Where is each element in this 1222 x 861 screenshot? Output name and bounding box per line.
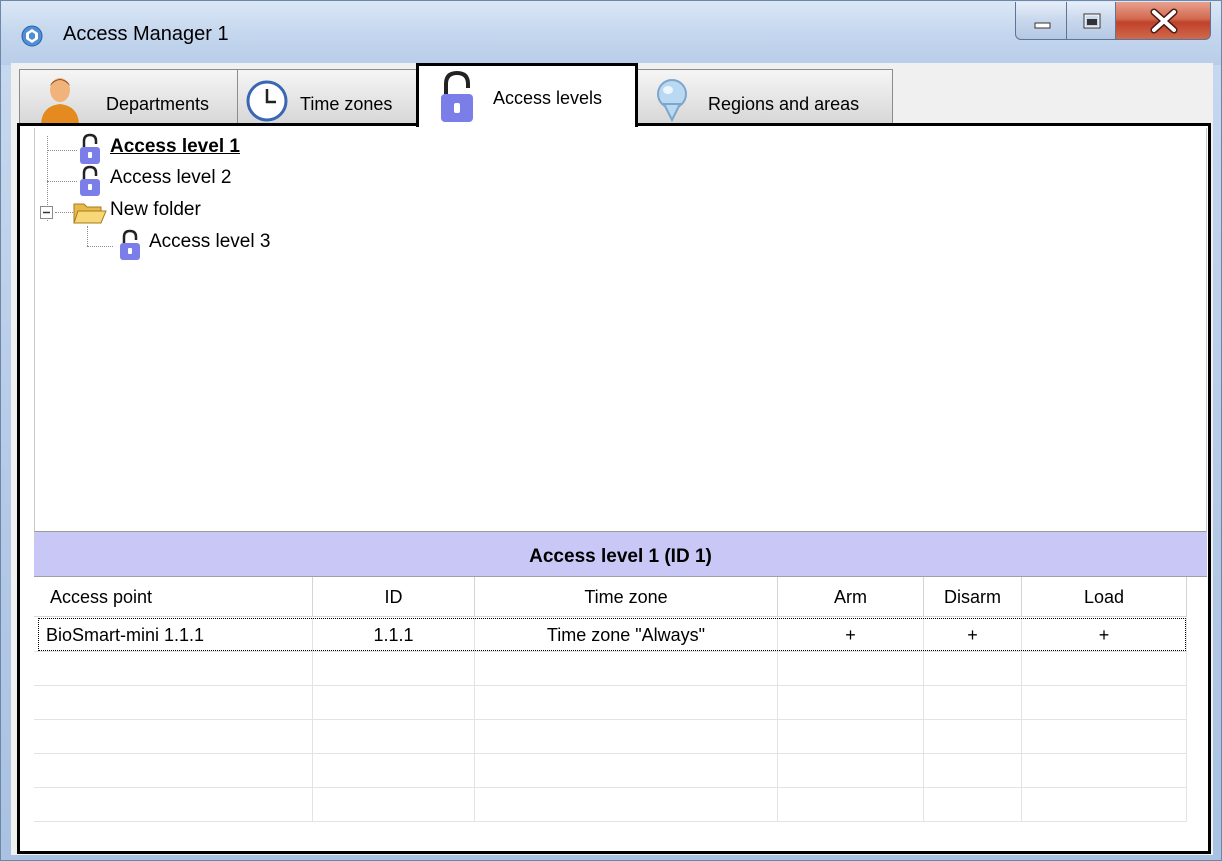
- empty-cell: [924, 720, 1022, 754]
- cell-access-point[interactable]: BioSmart-mini 1.1.1: [34, 618, 313, 652]
- empty-cell: [34, 720, 313, 754]
- tab-strip: Departments Time zones Access levels Reg…: [11, 63, 1213, 127]
- column-header-disarm[interactable]: Disarm: [924, 577, 1022, 617]
- tab-departments-label: Departments: [106, 94, 210, 114]
- access-levels-panel: Access level 1 Access level 2 New folder…: [17, 123, 1211, 854]
- app-icon: [21, 25, 43, 47]
- empty-cell: [778, 754, 924, 788]
- cell-time-zone[interactable]: Time zone "Always": [475, 618, 778, 652]
- empty-cell: [1022, 788, 1187, 822]
- tree-connector: [87, 246, 113, 247]
- empty-cell: [778, 652, 924, 686]
- empty-cell: [475, 652, 778, 686]
- empty-cell: [475, 788, 778, 822]
- cell-disarm[interactable]: +: [924, 618, 1022, 652]
- empty-cell: [778, 686, 924, 720]
- column-header-time-zone[interactable]: Time zone: [475, 577, 778, 617]
- column-header-load[interactable]: Load: [1022, 577, 1187, 617]
- tree-item-new-folder[interactable]: New folder: [110, 199, 201, 221]
- cell-arm[interactable]: +: [778, 618, 924, 652]
- tab-time-zones[interactable]: Time zones: [237, 69, 417, 125]
- empty-cell: [778, 788, 924, 822]
- empty-cell: [1022, 754, 1187, 788]
- empty-cell: [924, 652, 1022, 686]
- empty-cell: [313, 788, 475, 822]
- folder-open-icon: [73, 203, 107, 224]
- tree-connector: [47, 181, 77, 182]
- client-area: Departments Time zones Access levels Reg…: [11, 63, 1213, 855]
- access-level-details: Access level 1 (ID 1) Access point ID Ti…: [34, 532, 1207, 849]
- tree-connector: [87, 226, 88, 246]
- empty-cell: [475, 754, 778, 788]
- empty-cell: [924, 788, 1022, 822]
- person-icon: [41, 78, 79, 124]
- empty-cell: [778, 720, 924, 754]
- empty-cell: [475, 686, 778, 720]
- column-header-id[interactable]: ID: [313, 577, 475, 617]
- maximize-icon: [1083, 13, 1101, 29]
- empty-cell: [34, 686, 313, 720]
- tab-time-zones-label: Time zones: [300, 94, 393, 114]
- tree-item-access-level-1[interactable]: Access level 1: [110, 136, 240, 158]
- cell-id[interactable]: 1.1.1: [313, 618, 475, 652]
- empty-cell: [475, 720, 778, 754]
- tab-regions-and-areas-label: Regions and areas: [708, 94, 860, 114]
- empty-cell: [1022, 720, 1187, 754]
- tab-regions-and-areas[interactable]: Regions and areas: [637, 69, 893, 125]
- close-button[interactable]: [1115, 2, 1211, 40]
- column-header-access-point[interactable]: Access point: [34, 577, 313, 617]
- tree-connector: [55, 212, 73, 213]
- window-title: Access Manager 1: [63, 23, 229, 45]
- empty-cell: [313, 754, 475, 788]
- empty-cell: [313, 652, 475, 686]
- collapse-icon[interactable]: [39, 205, 55, 221]
- tree-item-access-level-3[interactable]: Access level 3: [149, 231, 270, 253]
- lock-icon: [120, 229, 140, 260]
- column-header-arm[interactable]: Arm: [778, 577, 924, 617]
- empty-cell: [313, 720, 475, 754]
- clock-icon: [246, 80, 288, 122]
- tree-connector: [47, 150, 77, 151]
- minimize-button[interactable]: [1015, 2, 1067, 40]
- cell-load[interactable]: +: [1022, 618, 1187, 652]
- empty-cell: [34, 754, 313, 788]
- title-bar[interactable]: Access Manager 1: [1, 1, 1221, 65]
- details-title: Access level 1 (ID 1): [529, 546, 712, 567]
- access-manager-window: Access Manager 1 Departments Time zones …: [0, 0, 1222, 861]
- map-pin-icon: [657, 79, 687, 123]
- maximize-button[interactable]: [1066, 2, 1116, 40]
- lock-icon: [441, 70, 473, 122]
- tab-access-levels-label: Access levels: [493, 88, 603, 108]
- close-icon: [1150, 8, 1178, 34]
- access-point-grid[interactable]: Access point ID Time zone Arm Disarm Loa…: [34, 576, 1207, 849]
- empty-cell: [924, 686, 1022, 720]
- empty-cell: [1022, 652, 1187, 686]
- minimize-icon: [1034, 22, 1051, 29]
- empty-cell: [924, 754, 1022, 788]
- lock-icon: [80, 165, 100, 196]
- access-level-tree[interactable]: Access level 1 Access level 2 New folder…: [34, 128, 1207, 532]
- empty-cell: [1022, 686, 1187, 720]
- tab-access-levels[interactable]: Access levels: [416, 63, 638, 127]
- empty-cell: [313, 686, 475, 720]
- lock-icon: [80, 133, 100, 164]
- empty-cell: [34, 652, 313, 686]
- tab-departments[interactable]: Departments: [19, 69, 238, 125]
- empty-cell: [34, 788, 313, 822]
- tree-item-access-level-2[interactable]: Access level 2: [110, 167, 231, 189]
